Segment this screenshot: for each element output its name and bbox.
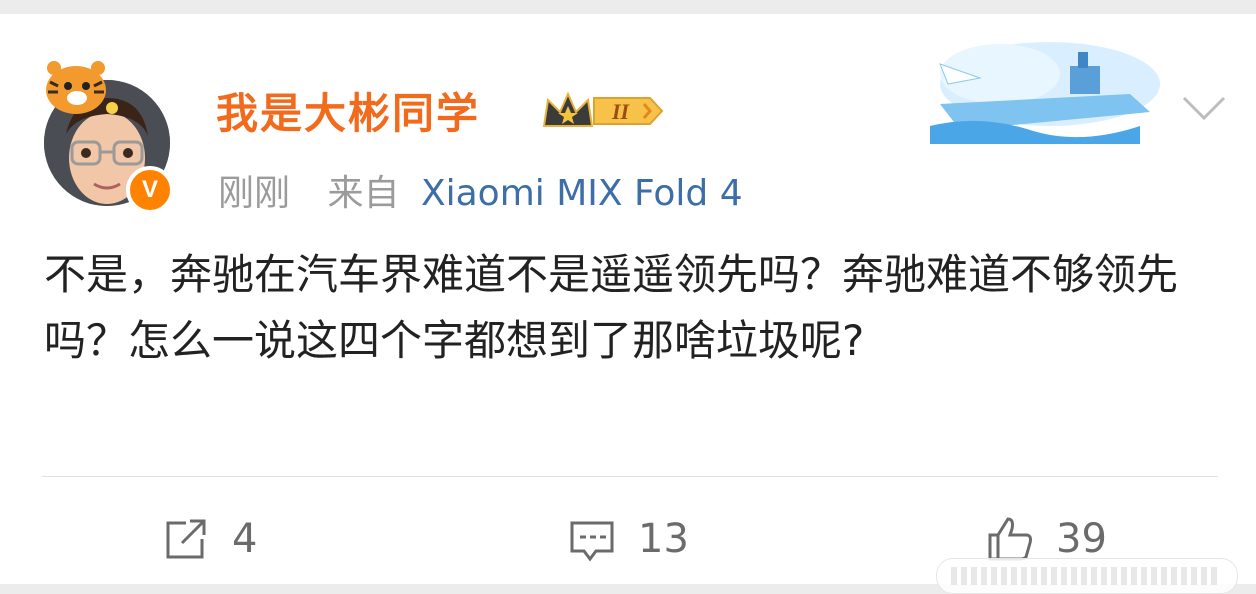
avatar[interactable]: V xyxy=(40,61,174,214)
verified-badge: V xyxy=(126,166,174,214)
comment-icon xyxy=(570,521,614,562)
post-time: 刚刚 xyxy=(218,173,291,214)
like-count: 39 xyxy=(1056,516,1107,562)
repost-button[interactable]: 4 xyxy=(160,512,257,566)
author-name[interactable]: 我是大彬同学 xyxy=(216,80,480,141)
level-badge-text: II xyxy=(611,99,631,124)
weibo-post-card: V 我是大彬同学 II 刚刚 来自 Xiaomi MIX Fold 4 不是，奔… xyxy=(0,14,1256,594)
member-crown-icon: II xyxy=(542,91,664,127)
post-meta: 刚刚 来自 Xiaomi MIX Fold 4 xyxy=(218,164,743,216)
repost-count: 4 xyxy=(232,516,258,562)
chevron-down-icon[interactable] xyxy=(1180,90,1228,126)
comment-button[interactable]: 13 xyxy=(566,512,689,566)
card-decoration-illustration xyxy=(930,42,1160,144)
share-icon xyxy=(166,519,206,559)
post-body-text: 不是，奔驰在汽车界难道不是遥遥领先吗？奔驰难道不够领先吗？怎么一说这四个字都想到… xyxy=(44,250,1179,365)
source-label: 来自 xyxy=(327,173,400,214)
device-link[interactable]: Xiaomi MIX Fold 4 xyxy=(421,173,743,214)
divider xyxy=(42,476,1218,477)
tiger-decoration-icon xyxy=(46,61,118,114)
comment-count: 13 xyxy=(638,516,689,562)
